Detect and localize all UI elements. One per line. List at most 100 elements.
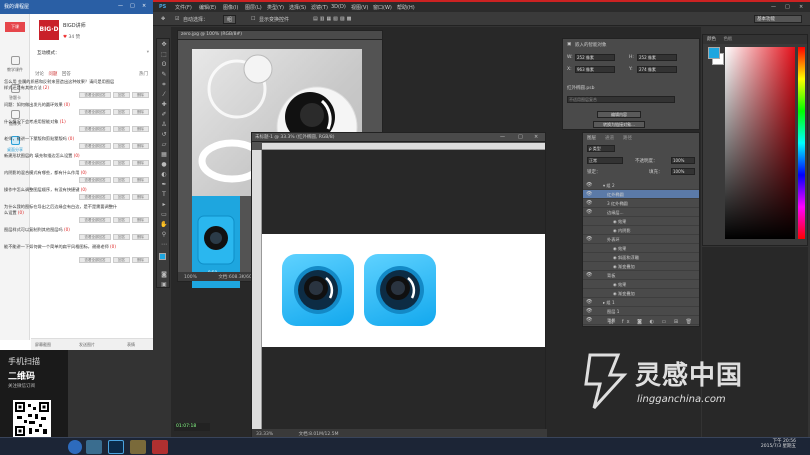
visibility-eye-icon[interactable]: 👁 — [586, 271, 592, 280]
tab-layers[interactable]: 图层 — [587, 135, 596, 141]
tab-paths[interactable]: 路径 — [623, 135, 632, 141]
end-class-button[interactable]: 下课 — [5, 22, 25, 32]
shape-tool-icon[interactable]: ▭ — [160, 211, 168, 219]
brush-tool-icon[interactable]: ✐ — [160, 111, 168, 119]
layer-filter-dropdown[interactable]: ρ 类型 — [587, 145, 615, 152]
eyedropper-tool-icon[interactable]: ⁄ — [160, 91, 168, 99]
blur-tool-icon[interactable]: ● — [160, 161, 168, 169]
visibility-eye-icon[interactable]: 👁 — [586, 235, 592, 244]
zoom-tool-icon[interactable]: ⚲ — [160, 231, 168, 239]
show-transform-checkbox[interactable]: ☐ — [251, 16, 255, 22]
layer-row[interactable]: ◉ 斜面和浮雕 — [583, 253, 699, 262]
delete-button[interactable]: 删除 — [132, 194, 149, 200]
doc2-minimize-button[interactable]: — — [500, 134, 505, 140]
likes[interactable]: ♥ 34 赞 — [63, 34, 80, 40]
tab-swatches[interactable]: 色板 — [723, 37, 732, 42]
delete-button[interactable]: 删除 — [132, 160, 149, 166]
question-item[interactable]: 老师，能讲一下蒙版和剪贴蒙版吗 (0) — [4, 136, 118, 142]
hue-slider[interactable] — [798, 47, 805, 239]
emoji-button[interactable]: 表情 — [127, 342, 135, 348]
layer-actions-bar[interactable]: ⛓ fx ◙ ◐ ▭ ⊞ 🗑 — [583, 319, 699, 327]
layer-row[interactable]: 👁 图层 1 — [583, 307, 699, 316]
taskbar-app-chat[interactable] — [152, 440, 168, 454]
path-select-tool-icon[interactable]: ▸ — [160, 201, 168, 209]
layer-row[interactable]: ◉ 渐变叠加 — [583, 289, 699, 298]
question-item[interactable]: 图层样式可以复制到其他图层吗 (0) — [4, 227, 118, 233]
tab-questions[interactable]: 问题 — [48, 72, 57, 77]
system-clock[interactable]: 下午 20:56 2015/7/3 星期五 — [761, 439, 796, 449]
layer-row[interactable]: 👁 外表环 — [583, 235, 699, 244]
height-field[interactable]: 252 像素 — [637, 54, 677, 61]
foreground-color-swatch[interactable] — [159, 253, 166, 260]
view-answers-button[interactable]: 查看全部回答 — [79, 160, 111, 166]
doc2-pasteboard[interactable] — [262, 150, 545, 430]
convert-linked-button[interactable]: 转换为链接对象... — [593, 121, 645, 128]
question-item[interactable]: 能不能讲一下如何做一个简单的扁平风格图标，谢谢老师 (0) — [4, 244, 118, 250]
question-item[interactable]: 怎么用 金属的质感和反射来营造出这种效果？请问是用图层样式还是有其他方法 (2) — [4, 79, 118, 91]
menu-help[interactable]: 帮助(H) — [397, 4, 415, 11]
x-field[interactable]: 963 像素 — [575, 66, 615, 73]
more-tools-icon[interactable]: ⋯ — [160, 241, 168, 249]
minimize-button[interactable]: — — [118, 3, 123, 9]
layer-comp-dropdown[interactable]: 不适用图层复合 — [567, 96, 675, 103]
menu-view[interactable]: 视图(V) — [351, 4, 368, 11]
doc2-maximize-button[interactable]: □ — [518, 134, 523, 140]
mode-dropdown[interactable]: ▾ — [147, 50, 149, 55]
visibility-eye-icon[interactable]: 👁 — [586, 190, 592, 199]
doc-tab[interactable]: 未标题-1 @ 33.3% (红外椭圆, RGB/8) — □ × — [252, 133, 545, 142]
ps-maximize-button[interactable]: □ — [785, 4, 790, 10]
tab-channels[interactable]: 通道 — [605, 135, 614, 141]
menu-window[interactable]: 窗口(W) — [373, 4, 392, 11]
document-window-icons[interactable]: 未标题-1 @ 33.3% (红外椭圆, RGB/8) — □ × 33.33%… — [251, 132, 547, 439]
layer-row[interactable]: ◉ 内阴影 — [583, 226, 699, 235]
ruler-horizontal[interactable] — [262, 143, 545, 150]
delete-button[interactable]: 删除 — [132, 177, 149, 183]
layer-row[interactable]: ◉ 渐变叠加 — [583, 262, 699, 271]
visibility-eye-icon[interactable]: 👁 — [586, 307, 592, 316]
delete-button[interactable]: 删除 — [132, 234, 149, 240]
view-answers-button[interactable]: 查看全部回答 — [79, 234, 111, 240]
visibility-eye-icon[interactable]: 👁 — [586, 298, 592, 307]
menu-file[interactable]: 文件(F) — [175, 4, 192, 11]
healing-tool-icon[interactable]: ✚ — [160, 101, 168, 109]
hand-tool-icon[interactable]: ✋ — [160, 221, 168, 229]
menu-edit[interactable]: 编辑(E) — [199, 4, 216, 11]
doc-tab[interactable]: zero.jpg @ 100% (RGB/8#) — [178, 31, 382, 40]
view-answers-button[interactable]: 查看全部回答 — [79, 92, 111, 98]
move-tool-icon[interactable]: ✥ — [160, 41, 168, 49]
move-tool-icon[interactable]: ✥ — [161, 16, 165, 22]
delete-button[interactable]: 删除 — [132, 126, 149, 132]
layer-row[interactable]: ◉ 效果 — [583, 217, 699, 226]
question-item[interactable]: 为什么我的图标在导出之后边缘会有白边，是不是需要调整什么设置 (0) — [4, 204, 118, 216]
app-icon-left[interactable] — [282, 254, 354, 326]
question-item[interactable]: 内阴影的混合模式有哪些，都有什么作用 (0) — [4, 170, 118, 176]
maximize-button[interactable]: □ — [130, 3, 135, 9]
view-answers-button[interactable]: 查看全部回答 — [79, 109, 111, 115]
layer-row[interactable]: 👁 边缘层... — [583, 208, 699, 217]
gradient-tool-icon[interactable]: ▦ — [160, 151, 168, 159]
layer-row[interactable]: ◉ 效果 — [583, 280, 699, 289]
doc2-close-button[interactable]: × — [534, 134, 538, 140]
quick-mask-icon[interactable]: ◙ — [160, 271, 168, 279]
answer-button[interactable]: 回答 — [113, 257, 130, 263]
layer-row[interactable]: 👁 3 红外椭圆 — [583, 199, 699, 208]
tab-answers[interactable]: 回答 — [62, 72, 71, 77]
fill-field[interactable]: 100% — [671, 168, 695, 175]
view-answers-button[interactable]: 查看全部回答 — [79, 126, 111, 132]
nav-courseware[interactable]: 教学课件 — [2, 54, 28, 80]
pen-tool-icon[interactable]: ✒ — [160, 181, 168, 189]
history-brush-tool-icon[interactable]: ↺ — [160, 131, 168, 139]
ps-close-button[interactable]: × — [799, 4, 803, 10]
menu-filter[interactable]: 滤镜(T) — [311, 4, 328, 11]
answer-button[interactable]: 回答 — [113, 160, 130, 166]
answer-button[interactable]: 回答 — [113, 177, 130, 183]
opacity-field[interactable]: 100% — [671, 157, 695, 164]
send-image-button[interactable]: 发送图片 — [79, 342, 95, 348]
workspace-dropdown[interactable]: 基本功能 — [754, 15, 802, 23]
layer-row[interactable]: 👁 红外椭圆 — [583, 190, 699, 199]
ruler-vertical[interactable] — [252, 150, 262, 430]
quick-select-tool-icon[interactable]: ✎ — [160, 71, 168, 79]
dodge-tool-icon[interactable]: ◐ — [160, 171, 168, 179]
screenshot-button[interactable]: 屏幕截图 — [35, 342, 51, 348]
tab-hot[interactable]: 热门 — [139, 71, 148, 77]
